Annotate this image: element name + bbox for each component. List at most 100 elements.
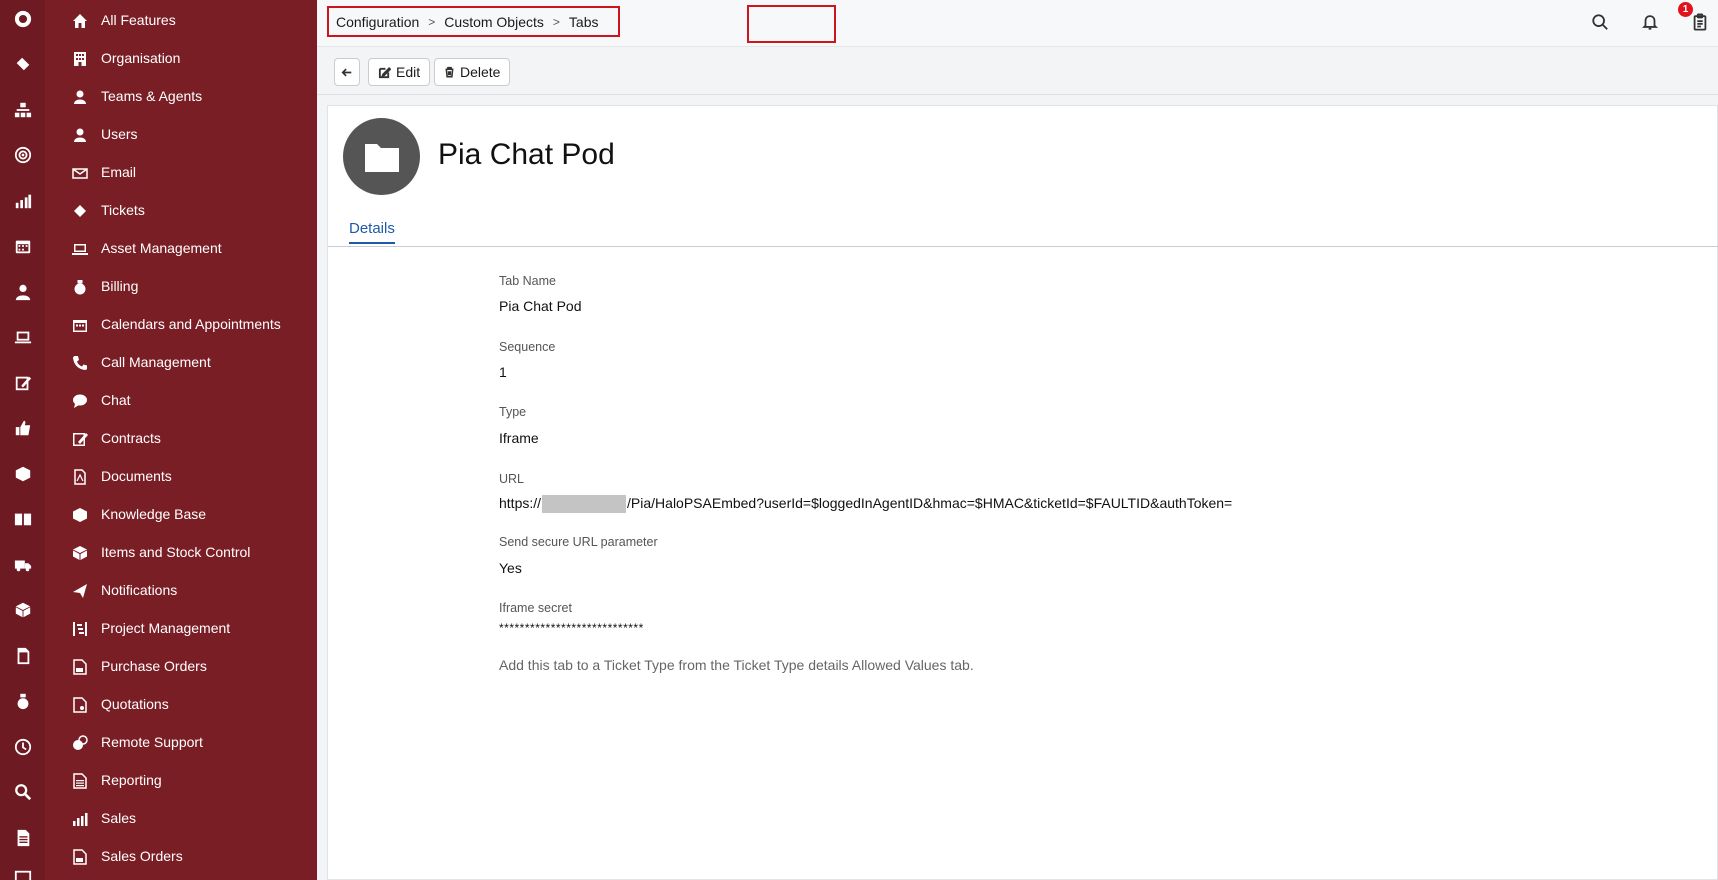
knowledge-icon — [72, 507, 88, 523]
sidebar-item-notifications[interactable]: Notifications — [45, 573, 317, 607]
truck-icon[interactable] — [0, 553, 45, 577]
breadcrumb: Configuration > Custom Objects > Tabs — [327, 6, 620, 37]
target-icon[interactable] — [0, 143, 45, 167]
chart-icon[interactable] — [0, 189, 45, 213]
edit-icon[interactable] — [0, 371, 45, 395]
sidebar-item-label: Knowledge Base — [101, 506, 207, 522]
sidebar-item-label: Project Management — [101, 620, 231, 636]
calendar-icon[interactable] — [0, 234, 45, 258]
org-chart-icon[interactable] — [0, 98, 45, 122]
sidebar-item-label: Notifications — [101, 582, 178, 598]
sidebar-item-label: Teams & Agents — [101, 88, 203, 104]
ticket-icon[interactable] — [0, 52, 45, 76]
edit-button[interactable]: Edit — [368, 58, 431, 86]
phone-icon — [72, 355, 88, 371]
report-icon[interactable] — [0, 826, 45, 850]
top-bar: Configuration > Custom Objects > Tabs 1 — [317, 0, 1718, 47]
project-icon — [72, 621, 88, 637]
agent-icon — [72, 89, 88, 105]
sidebar-item-sales-orders[interactable]: Sales Orders — [45, 839, 317, 873]
box-icon[interactable] — [0, 462, 45, 486]
document-icon[interactable] — [0, 644, 45, 668]
sidebar-item-label: Documents — [101, 468, 172, 484]
url-prefix: https:// — [499, 495, 542, 511]
laptop-icon — [72, 241, 88, 257]
field-label-sequence: Sequence — [499, 340, 556, 354]
sidebar-item-chat[interactable]: Chat — [45, 383, 317, 417]
book-icon[interactable] — [0, 507, 45, 531]
field-value-type: Iframe — [499, 430, 539, 446]
sidebar-item-documents[interactable]: Documents — [45, 459, 317, 493]
clock-icon[interactable] — [0, 735, 45, 759]
sidebar-item-label: Sales — [101, 810, 137, 826]
sidebar-item-sales[interactable]: Sales — [45, 801, 317, 835]
record-card: Pia Chat Pod Details Tab Name Pia Chat P… — [327, 105, 1718, 880]
remote-icon — [72, 735, 88, 751]
money-bag-icon — [72, 279, 88, 295]
sidebar-item-label: Quotations — [101, 696, 169, 712]
sidebar-item-all-features[interactable]: All Features — [45, 3, 317, 37]
search-icon[interactable] — [1589, 11, 1611, 33]
field-label-type: Type — [499, 405, 527, 419]
sidebar-item-tickets[interactable]: Tickets — [45, 193, 317, 227]
sidebar-item-calendars-and-appointments[interactable]: Calendars and Appointments — [45, 307, 317, 341]
purchase-order-icon — [72, 659, 88, 675]
logo-icon[interactable] — [0, 7, 45, 31]
clipboard-icon[interactable] — [1689, 11, 1711, 33]
chat-icon — [72, 393, 88, 409]
user-icon[interactable] — [0, 280, 45, 304]
back-button[interactable] — [334, 58, 360, 86]
sidebar-item-remote-support[interactable]: Remote Support — [45, 725, 317, 759]
field-value-url: https:// /Pia/HaloPSAEmbed?userId=$logged… — [499, 495, 1232, 514]
breadcrumb-item-tabs[interactable]: Tabs — [569, 14, 599, 30]
sidebar-item-users[interactable]: Users — [45, 117, 317, 151]
sidebar-item-label: Items and Stock Control — [101, 544, 251, 560]
breadcrumb-item-configuration[interactable]: Configuration — [336, 14, 419, 30]
sidebar-item-purchase-orders[interactable]: Purchase Orders — [45, 649, 317, 683]
sidebar-item-project-management[interactable]: Project Management — [45, 611, 317, 645]
sidebar-item-reporting[interactable]: Reporting — [45, 763, 317, 797]
sidebar-item-label: Email — [101, 164, 137, 180]
sidebar-item-contracts[interactable]: Contracts — [45, 421, 317, 455]
pdf-icon — [72, 469, 88, 485]
user-icon — [72, 127, 88, 143]
sidebar-item-email[interactable]: Email — [45, 155, 317, 189]
field-value-sequence: 1 — [499, 364, 507, 380]
laptop-icon[interactable] — [0, 325, 45, 349]
sidebar-item-label: Purchase Orders — [101, 658, 207, 674]
sidebar-item-label: Reporting — [101, 772, 162, 788]
search-icon[interactable] — [0, 780, 45, 804]
sidebar-item-items-and-stock-control[interactable]: Items and Stock Control — [45, 535, 317, 569]
email-icon — [72, 165, 88, 181]
tab-details[interactable]: Details — [349, 220, 395, 244]
sidebar-item-asset-management[interactable]: Asset Management — [45, 231, 317, 265]
field-value-tab-name: Pia Chat Pod — [499, 298, 582, 314]
sidebar-item-quotations[interactable]: Quotations — [45, 687, 317, 721]
bell-icon[interactable] — [1639, 11, 1661, 33]
field-label-send-secure-url: Send secure URL parameter — [499, 535, 658, 549]
edit-button-label: Edit — [396, 64, 421, 80]
building-icon — [72, 51, 88, 67]
sidebar-item-label: Tickets — [101, 202, 145, 218]
breadcrumb-item-custom-objects[interactable]: Custom Objects — [444, 14, 544, 30]
sidebar-item-call-management[interactable]: Call Management — [45, 345, 317, 379]
quotation-icon — [72, 697, 88, 713]
sales-order-icon — [72, 849, 88, 865]
sidebar-item-billing[interactable]: Billing — [45, 269, 317, 303]
sidebar-item-knowledge-base[interactable]: Knowledge Base — [45, 497, 317, 531]
redacted-block — [542, 495, 627, 514]
report-icon — [72, 773, 88, 789]
highlight-box — [747, 5, 836, 43]
sidebar-item-label: Calendars and Appointments — [101, 316, 281, 332]
money-bag-icon[interactable] — [0, 689, 45, 713]
sidebar-item-label: Billing — [101, 278, 139, 294]
delete-button[interactable]: Delete — [434, 58, 511, 86]
thumbs-up-icon[interactable] — [0, 416, 45, 440]
monitor-icon[interactable] — [0, 866, 45, 880]
field-label-tab-name: Tab Name — [499, 274, 556, 288]
sidebar-item-label: Asset Management — [101, 240, 222, 256]
sidebar-item-organisation[interactable]: Organisation — [45, 41, 317, 75]
sidebar-item-teams-agents[interactable]: Teams & Agents — [45, 79, 317, 113]
field-label-iframe-secret: Iframe secret — [499, 601, 572, 615]
cube-icon[interactable] — [0, 598, 45, 622]
